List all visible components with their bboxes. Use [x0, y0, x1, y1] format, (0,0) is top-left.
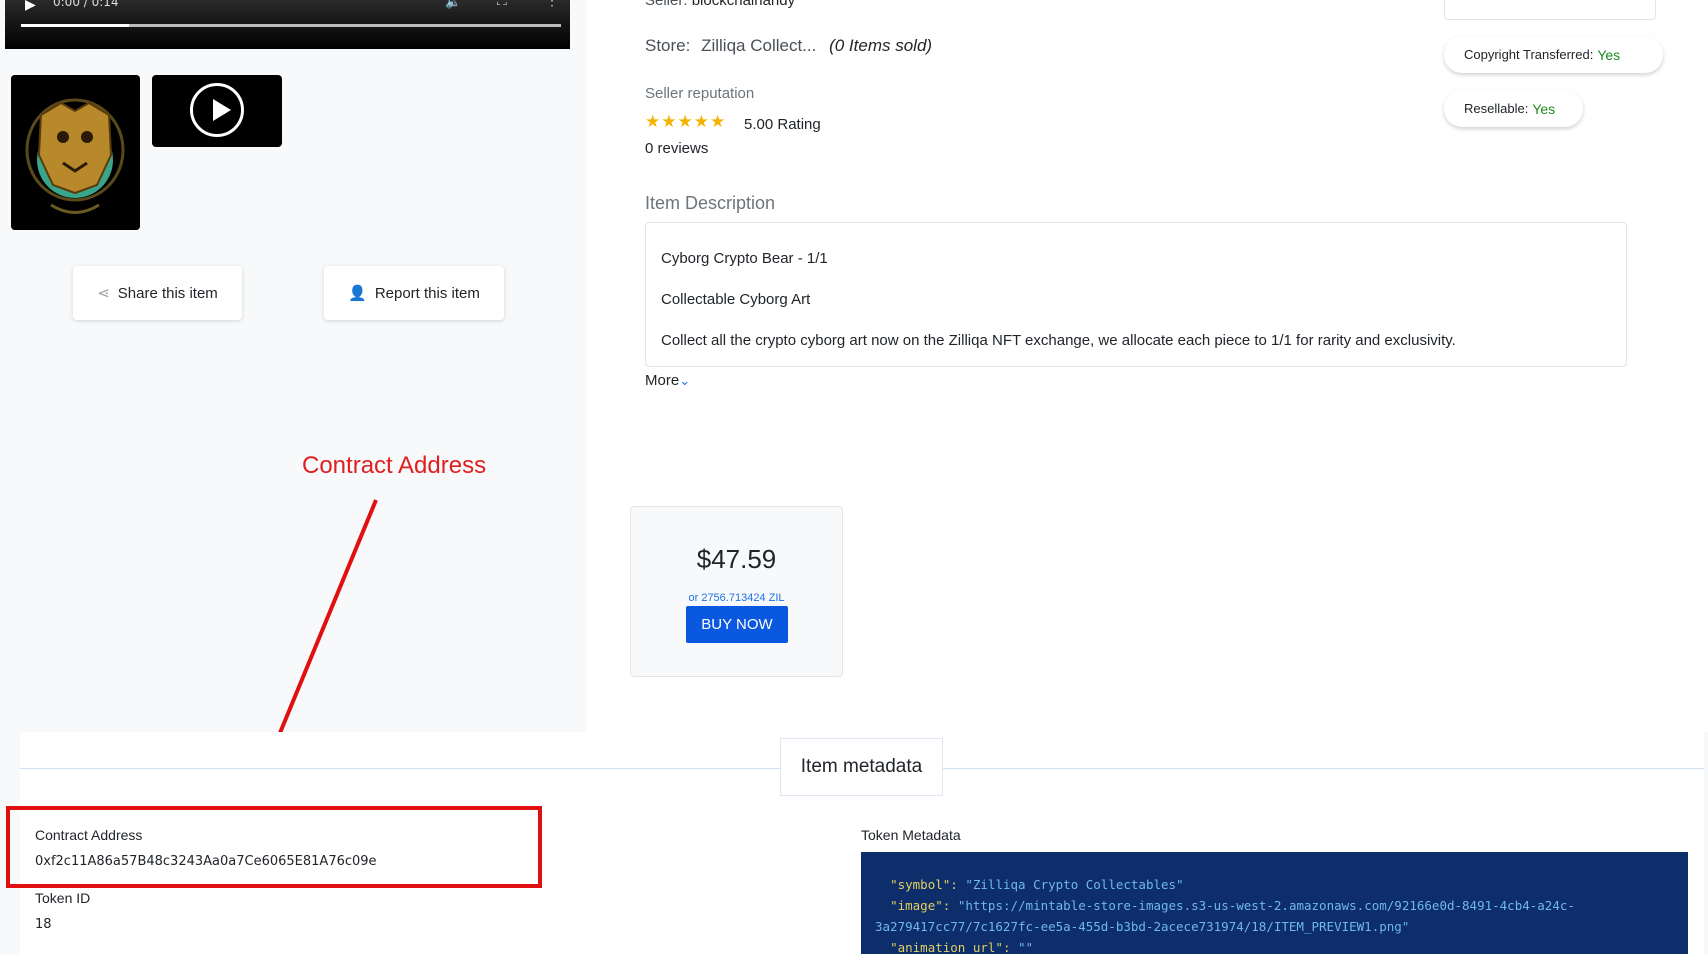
description-line: Collectable Cyborg Art [661, 291, 811, 308]
json-line: 3a279417cc77/7c1627fc-ee5a-455d-b3bd-2ac… [875, 919, 1410, 934]
cyborg-bear-artwork [11, 75, 140, 230]
reviews-count[interactable]: 0 reviews [645, 140, 708, 157]
copyright-value: Yes [1597, 46, 1621, 63]
store-label: Store: [645, 36, 691, 55]
item-thumbnail-image[interactable] [11, 75, 140, 230]
share-item-button[interactable]: ⋖ Share this item [73, 266, 242, 320]
play-circle-icon [190, 83, 244, 137]
seller-row: Seller: blockchainandy [645, 0, 795, 9]
report-item-button[interactable]: 👤 Report this item [324, 266, 504, 320]
annotation-label: Contract Address [302, 452, 487, 479]
more-options-icon[interactable]: ⋮ [545, 0, 559, 9]
volume-icon[interactable]: 🔈 [445, 0, 461, 10]
seller-name[interactable]: blockchainandy [692, 0, 795, 9]
token-metadata-label: Token Metadata [861, 827, 961, 843]
token-id-value: 18 [35, 917, 52, 932]
price-usd: $47.59 [696, 544, 777, 574]
rating-value: 5.00 Rating [744, 116, 821, 133]
video-progress-bar[interactable] [21, 24, 561, 27]
user-icon: 👤 [348, 285, 367, 302]
chevron-down-icon: ⌄ [679, 373, 691, 388]
json-line: "symbol": "Zilliqa Crypto Collectables" [890, 877, 1184, 892]
description-line: Collect all the crypto cyborg art now on… [661, 332, 1456, 349]
fullscreen-icon[interactable]: ⛶ [497, 0, 507, 9]
price-card: $47.59 or 2756.713424 ZIL BUY NOW [630, 506, 843, 677]
price-zil: or 2756.713424 ZIL [688, 592, 785, 604]
top-info-box [1444, 0, 1656, 20]
annotation-highlight-box [6, 806, 542, 888]
json-line: "animation_url": "" [890, 940, 1034, 954]
store-name-link[interactable]: Zilliqa Collect... [701, 36, 816, 55]
tab-item-metadata[interactable]: Item metadata [780, 738, 943, 796]
share-icon: ⋖ [97, 285, 110, 302]
resellable-label: Resellable: [1464, 101, 1529, 116]
more-toggle[interactable]: More⌄ [645, 372, 690, 389]
buy-now-button[interactable]: BUY NOW [686, 606, 788, 643]
seller-label: Seller: [645, 0, 688, 9]
token-id-label: Token ID [35, 890, 91, 906]
copyright-label: Copyright Transferred: [1464, 47, 1594, 62]
item-description-box: Cyborg Crypto Bear - 1/1 Collectable Cyb… [645, 222, 1627, 367]
seller-reputation-label: Seller reputation [645, 85, 755, 102]
token-metadata-code: "symbol": "Zilliqa Crypto Collectables" … [861, 852, 1688, 954]
description-line: Cyborg Crypto Bear - 1/1 [661, 250, 828, 267]
video-time: 0:00 / 0:14 [53, 0, 119, 9]
play-icon[interactable]: ▶ [25, 0, 36, 13]
report-item-label: Report this item [374, 284, 480, 302]
copyright-transferred-badge: Copyright Transferred: Yes [1444, 36, 1663, 73]
video-thumbnail[interactable] [152, 75, 282, 147]
share-item-label: Share this item [117, 284, 218, 302]
resellable-badge: Resellable: Yes [1444, 90, 1583, 127]
items-sold: (0 Items sold) [829, 36, 933, 55]
item-description-title: Item Description [645, 193, 776, 213]
json-line: "image": "https://mintable-store-images.… [890, 898, 1575, 913]
more-label: More [645, 372, 680, 389]
video-player[interactable]: ▶ 0:00 / 0:14 🔈 ⛶ ⋮ [5, 0, 570, 49]
resellable-value: Yes [1532, 100, 1556, 117]
rating-stars-icon: ★★★★★ [645, 112, 727, 131]
store-row: Store: Zilliqa Collect... (0 Items sold) [645, 36, 932, 56]
